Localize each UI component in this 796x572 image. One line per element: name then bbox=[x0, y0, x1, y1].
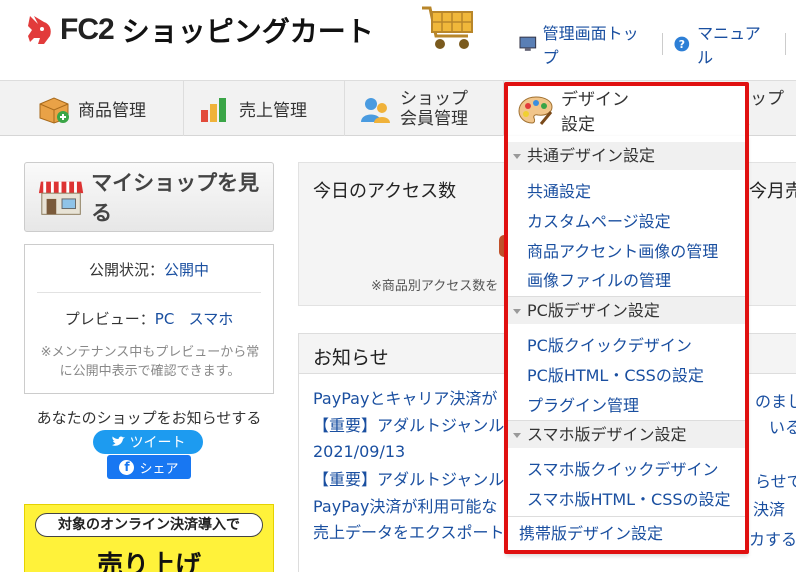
admin-top-link[interactable]: 管理画面トップ bbox=[519, 20, 652, 68]
divider bbox=[37, 292, 261, 293]
menu-item-sp-html-css[interactable]: スマホ版HTML・CSSの設定 bbox=[527, 486, 731, 510]
palette-icon bbox=[518, 96, 553, 125]
promo-banner[interactable]: 対象のオンライン決済導入で 売り上げ bbox=[24, 504, 274, 572]
svg-text:?: ? bbox=[679, 38, 685, 51]
monitor-icon bbox=[519, 36, 537, 51]
news-item-tail[interactable]: 決済 bbox=[753, 496, 785, 520]
members-icon bbox=[361, 97, 390, 123]
nav-item-design-settings[interactable]: デザイン 設定 bbox=[506, 84, 746, 136]
share-label: シェア bbox=[139, 461, 179, 477]
dropdown-section-common: 共通デザイン設定 bbox=[507, 142, 747, 170]
tweet-label: ツイート bbox=[129, 435, 186, 451]
dropdown-section-smartphone: スマホ版デザイン設定 bbox=[507, 420, 747, 448]
tweet-button[interactable]: ツイート bbox=[93, 430, 203, 454]
menu-item-custom-page[interactable]: カスタムページ設定 bbox=[527, 208, 671, 232]
twitter-bird-icon bbox=[111, 436, 125, 446]
header-links: 管理画面トップ ? マニュアル bbox=[519, 20, 796, 68]
dropdown-section-pc: PC版デザイン設定 bbox=[507, 296, 747, 324]
news-item-tail[interactable]: らせで bbox=[755, 468, 796, 492]
page: FC2 ショッピングカート 管理画面トップ ? マニュアル 商品管理 売上管理 … bbox=[0, 0, 796, 572]
share-heading: あなたのショップをお知らせする bbox=[36, 409, 262, 427]
menu-item-pc-html-css[interactable]: PC版HTML・CSSの設定 bbox=[527, 362, 704, 386]
box-icon bbox=[39, 96, 69, 124]
header-divider bbox=[785, 33, 786, 55]
nav-label: ショップ 会員管理 bbox=[400, 88, 468, 129]
triangle-down-icon bbox=[513, 309, 521, 314]
publish-status: 公開状況：公開中 bbox=[25, 259, 273, 280]
maintenance-note: ※メンテナンス中もプレビューから常に公開中表示で確認できます。 bbox=[40, 345, 260, 379]
design-settings-dropdown: 共通デザイン設定 共通設定 カスタムページ設定 商品アクセント画像の管理 画像フ… bbox=[506, 136, 748, 554]
shopping-cart-icon bbox=[422, 6, 473, 49]
unicorn-logo-icon bbox=[28, 16, 51, 44]
nav-item-sales[interactable]: 売上管理 bbox=[185, 81, 345, 136]
facebook-icon: f bbox=[119, 459, 135, 475]
banner-subtitle: 対象のオンライン決済導入で bbox=[35, 513, 263, 537]
menu-item-image-files[interactable]: 画像ファイルの管理 bbox=[527, 267, 671, 291]
logo-text: FC2 bbox=[60, 13, 115, 46]
menu-item-common-settings[interactable]: 共通設定 bbox=[527, 178, 591, 202]
status-box: 公開状況：公開中 プレビュー：PC スマホ ※メンテナンス中もプレビューから常に… bbox=[24, 244, 274, 394]
nav-item-products[interactable]: 商品管理 bbox=[24, 81, 184, 136]
header: FC2 ショッピングカート 管理画面トップ ? マニュアル bbox=[0, 0, 796, 72]
monthly-sales-title: 今月売 bbox=[749, 181, 796, 202]
admin-top-label: 管理画面トップ bbox=[542, 24, 639, 67]
preview-label: プレビュー： bbox=[64, 310, 155, 328]
myshop-label: マイショップを見る bbox=[91, 171, 260, 225]
news-item-tail[interactable]: いるカ bbox=[769, 414, 796, 438]
manual-link[interactable]: ? マニュアル bbox=[673, 20, 775, 68]
app-title: ショッピングカート bbox=[121, 15, 374, 48]
storefront-icon bbox=[38, 181, 84, 215]
nav-item-members[interactable]: ショップ 会員管理 bbox=[346, 81, 504, 136]
preview-pc-link[interactable]: PC bbox=[155, 310, 175, 328]
preview-row: プレビュー：PC スマホ bbox=[25, 308, 273, 329]
manual-label: マニュアル bbox=[697, 24, 761, 67]
section-title: PC版デザイン設定 bbox=[527, 301, 660, 320]
section-title: スマホ版デザイン設定 bbox=[527, 425, 687, 444]
triangle-down-icon bbox=[513, 154, 521, 159]
access-note: ※商品別アクセス数を bbox=[371, 279, 499, 294]
logo[interactable]: FC2 ショッピングカート bbox=[24, 10, 374, 50]
news-item-tail[interactable]: カする bbox=[749, 526, 796, 550]
news-title: お知らせ bbox=[313, 347, 389, 369]
nav-label: 売上管理 bbox=[239, 101, 307, 121]
view-myshop-button[interactable]: マイショップを見る bbox=[24, 162, 274, 232]
menu-item-accent-images[interactable]: 商品アクセント画像の管理 bbox=[527, 238, 718, 262]
triangle-down-icon bbox=[513, 433, 521, 438]
help-icon: ? bbox=[674, 36, 690, 52]
bar-chart-icon bbox=[201, 97, 226, 122]
status-value-link[interactable]: 公開中 bbox=[164, 261, 209, 279]
facebook-share-button[interactable]: f シェア bbox=[107, 455, 191, 479]
menu-item-pc-quick-design[interactable]: PC版クイックデザイン bbox=[527, 332, 692, 356]
section-title: 共通デザイン設定 bbox=[527, 146, 656, 165]
banner-headline: 売り上げ bbox=[96, 551, 201, 572]
nav-label: デザイン 設定 bbox=[561, 90, 629, 135]
menu-item-mobile-design[interactable]: 携帯版デザイン設定 bbox=[507, 516, 747, 552]
status-label: 公開状況： bbox=[88, 261, 164, 279]
news-item-tail[interactable]: のました bbox=[755, 388, 796, 412]
nav-label: 商品管理 bbox=[78, 101, 146, 121]
access-title: 今日のアクセス数 bbox=[313, 181, 457, 202]
menu-item-sp-quick-design[interactable]: スマホ版クイックデザイン bbox=[527, 456, 719, 480]
preview-smartphone-link[interactable]: スマホ bbox=[189, 310, 234, 328]
menu-item-plugins[interactable]: プラグイン管理 bbox=[527, 392, 639, 416]
header-divider bbox=[662, 33, 664, 55]
